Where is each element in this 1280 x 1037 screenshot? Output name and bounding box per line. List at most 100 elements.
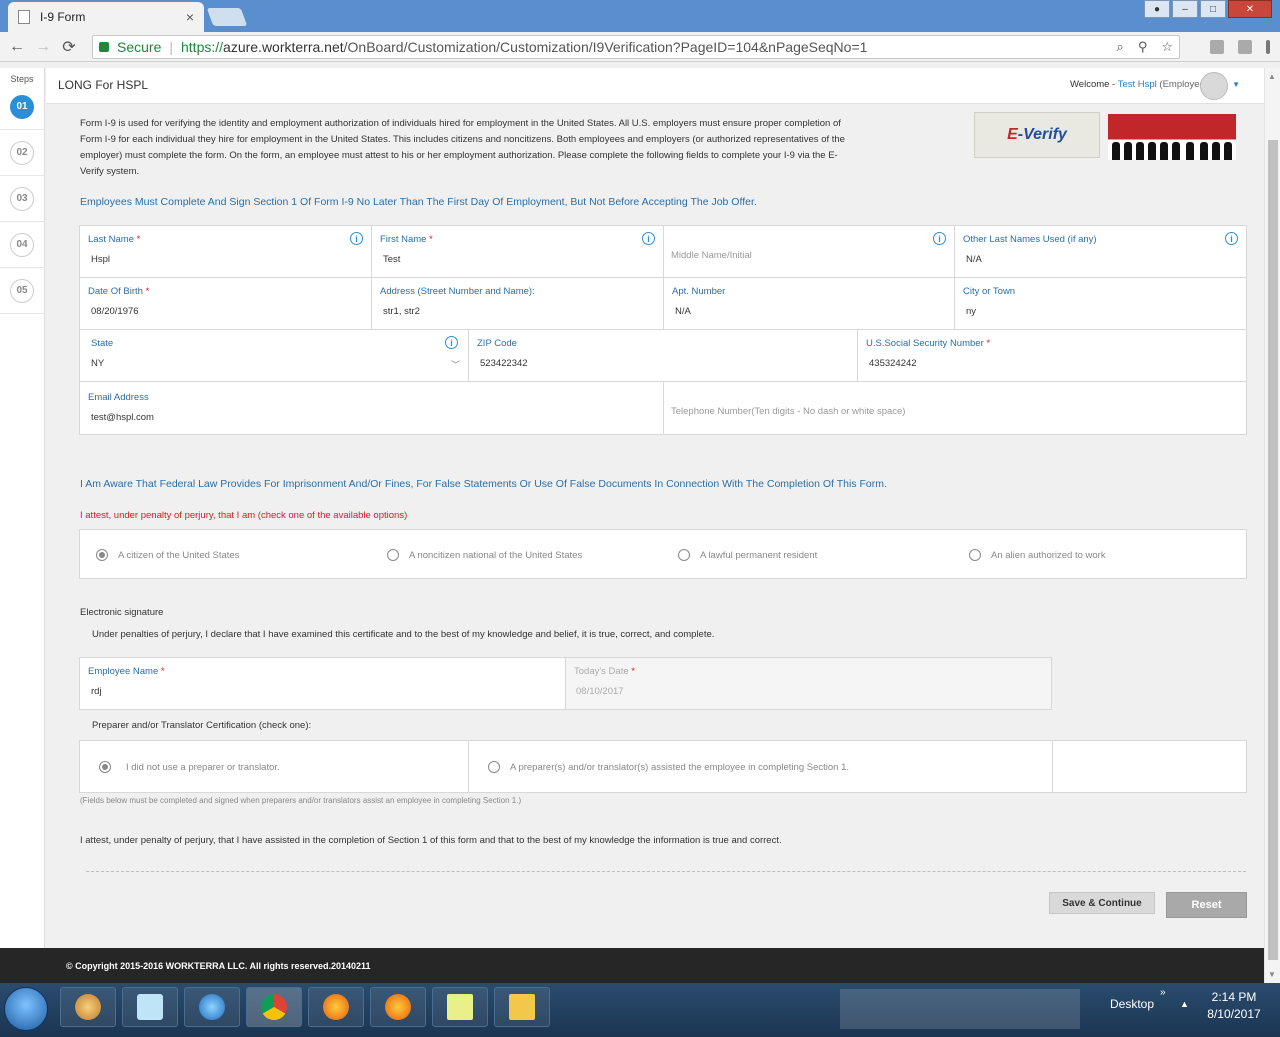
internet-explorer-icon [199,994,225,1020]
folder-icon [509,994,535,1020]
company-name: LONG For HSPL [58,78,149,92]
reset-button[interactable]: Reset [1166,892,1247,918]
close-window-button[interactable]: ✕ [1228,0,1272,18]
zoom-icon[interactable]: ⌕ [1117,39,1124,55]
taskbar-preview-area [840,989,1080,1029]
step-05[interactable]: 05 [0,268,44,314]
ssn-field[interactable]: U.S.Social Security Number * 435324242 [858,330,1246,381]
step-02[interactable]: 02 [0,130,44,176]
key-icon[interactable]: ⚲ [1138,39,1148,55]
url-input[interactable]: Secure | https://azure.workterra.net/OnB… [92,35,1180,59]
user-profile-button[interactable]: ● [1144,0,1170,18]
taskbar-notepad[interactable] [122,987,178,1027]
info-icon[interactable]: i [445,336,458,349]
zip-code-field[interactable]: ZIP Code 523422342 [469,330,858,381]
info-icon[interactable]: i [642,232,655,245]
email-field[interactable]: Email Address test@hspl.com [80,382,664,434]
state-value: NY [91,358,105,369]
info-icon[interactable]: i [933,232,946,245]
avatar[interactable] [1200,72,1228,100]
user-name[interactable]: Test Hspl [1118,79,1157,90]
preparer-option-none[interactable]: I did not use a preparer or translator. [99,761,280,773]
last-name-field[interactable]: Last Name * i Hspl [80,226,372,277]
back-button[interactable]: ← [4,38,30,56]
other-last-names-field[interactable]: Other Last Names Used (if any) i N/A [955,226,1246,277]
extension-icons [1210,40,1270,54]
radio-button[interactable] [96,549,108,561]
url-separator: | [169,39,173,55]
browser-tab-bar: I-9 Form × ● – □ ✕ [0,0,1280,32]
info-icon[interactable]: i [350,232,363,245]
close-tab-icon[interactable]: × [186,9,194,25]
extension-g-icon[interactable] [1210,40,1224,54]
apt-number-field[interactable]: Apt. Number N/A [664,278,955,329]
taskbar-chrome[interactable] [246,987,302,1027]
first-name-field[interactable]: First Name * i Test [372,226,664,277]
system-clock[interactable]: 2:14 PM 8/10/2017 [1200,989,1268,1023]
reload-button[interactable]: ⟳ [56,37,82,57]
scroll-up-icon[interactable]: ▲ [1268,72,1276,81]
lock-icon [99,42,109,52]
status-option-permanent-resident[interactable]: A lawful permanent resident [678,549,817,561]
chevron-right-icon[interactable]: » [1160,987,1166,998]
section-instruction: Employees Must Complete And Sign Section… [80,196,757,208]
taskbar-paint[interactable] [60,987,116,1027]
signature-title: Electronic signature [80,607,164,618]
browser-tab[interactable]: I-9 Form × [8,2,204,32]
everify-logo: E -Verify [974,112,1100,158]
employee-name-value: rdj [91,686,102,697]
menu-icon[interactable] [1266,40,1270,54]
step-03[interactable]: 03 [0,176,44,222]
taskbar-sticky-notes[interactable] [432,987,488,1027]
zip-code-value: 523422342 [480,358,528,369]
preparer-option-assisted[interactable]: A preparer(s) and/or translator(s) assis… [488,761,849,773]
todays-date-field: Today's Date * 08/10/2017 [566,658,1051,709]
employee-name-field[interactable]: Employee Name * rdj [80,658,566,709]
state-select[interactable]: State i NY ﹀ [80,330,469,381]
scroll-thumb[interactable] [1268,140,1278,960]
radio-button[interactable] [678,549,690,561]
step-04[interactable]: 04 [0,222,44,268]
page-scrollbar[interactable]: ▲ ▼ [1264,68,1280,983]
minimize-button[interactable]: – [1172,0,1198,18]
taskbar-internet-explorer[interactable] [184,987,240,1027]
taskbar-file-explorer[interactable] [494,987,550,1027]
start-button[interactable] [4,987,48,1031]
tab-title: I-9 Form [40,10,86,24]
radio-button[interactable] [387,549,399,561]
city-field[interactable]: City or Town ny [955,278,1246,329]
status-option-citizen[interactable]: A citizen of the United States [96,549,239,561]
tray-expand-icon[interactable]: ▲ [1180,999,1189,1009]
save-continue-button[interactable]: Save & Continue [1049,892,1155,914]
todays-date-value: 08/10/2017 [576,686,624,697]
copyright-text: © Copyright 2015-2016 WORKTERRA LLC. All… [66,961,371,971]
middle-name-placeholder: Middle Name/Initial [671,250,752,261]
step-01[interactable]: 01 [0,84,44,130]
signature-row: Employee Name * rdj Today's Date * 08/10… [79,657,1052,710]
scroll-down-icon[interactable]: ▼ [1268,970,1276,979]
radio-button[interactable] [488,761,500,773]
status-option-noncitizen-national[interactable]: A noncitizen national of the United Stat… [387,549,582,561]
extension-f-icon[interactable] [1238,40,1252,54]
page-footer: © Copyright 2015-2016 WORKTERRA LLC. All… [0,948,1264,983]
dob-value: 08/20/1976 [91,306,139,317]
radio-button[interactable] [969,549,981,561]
star-icon[interactable]: ☆ [1161,39,1173,55]
address-field[interactable]: Address (Street Number and Name): str1, … [372,278,664,329]
chevron-down-icon[interactable]: ▼ [1232,80,1240,89]
middle-name-field[interactable]: i Middle Name/Initial [664,226,955,277]
telephone-field[interactable]: Telephone Number(Ten digits - No dash or… [664,382,1246,434]
chevron-down-icon[interactable]: ﹀ [451,358,460,371]
taskbar-firefox-1[interactable] [308,987,364,1027]
taskbar-firefox-2[interactable] [370,987,426,1027]
new-tab-button[interactable] [206,8,248,26]
maximize-button[interactable]: □ [1200,0,1226,18]
radio-button[interactable] [99,761,111,773]
desktop-toolbar-label[interactable]: Desktop [1110,997,1154,1011]
divider [86,871,1246,872]
forward-button[interactable]: → [30,38,56,56]
info-icon[interactable]: i [1225,232,1238,245]
city-value: ny [966,306,977,317]
status-option-alien-authorized[interactable]: An alien authorized to work [969,549,1106,561]
dob-field[interactable]: Date Of Birth * 08/20/1976 [80,278,372,329]
